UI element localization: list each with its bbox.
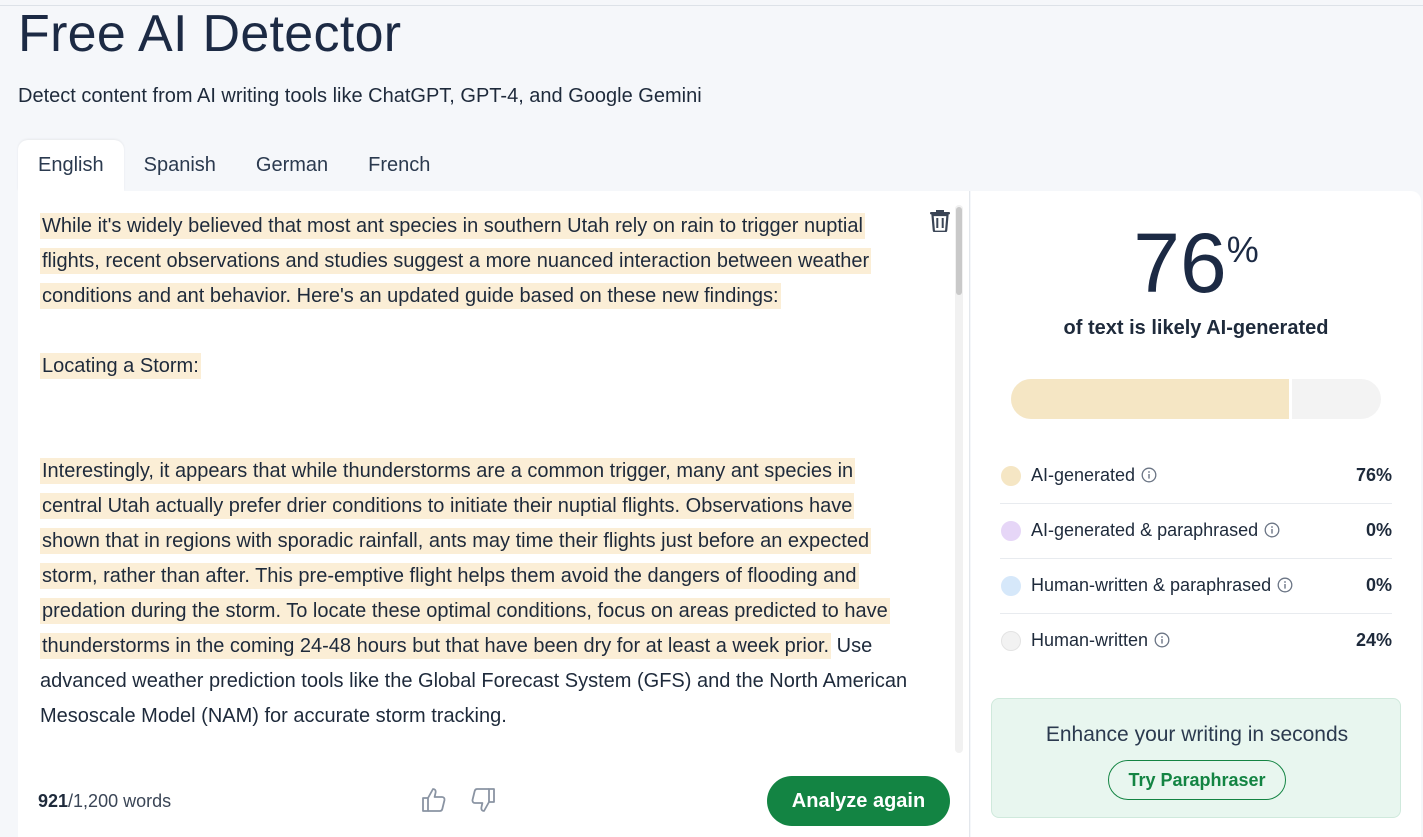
- score-progress-fill: [1011, 379, 1293, 419]
- page-subtitle: Detect content from AI writing tools lik…: [18, 85, 702, 107]
- ai-highlight: Interestingly, it appears that while thu…: [40, 458, 890, 659]
- text-input-area[interactable]: While it's widely believed that most ant…: [40, 209, 910, 751]
- thumbs-up-icon[interactable]: [420, 786, 448, 814]
- legend-row-human-written: Human-written 24%: [1000, 614, 1392, 669]
- language-tabs: English Spanish German French: [18, 140, 450, 191]
- score-unit: %: [1226, 229, 1259, 270]
- results-panel: 76% of text is likely AI-generated AI-ge…: [971, 191, 1421, 837]
- ai-highlight: Locating a Storm:: [40, 353, 201, 379]
- legend-value: 0%: [1365, 575, 1392, 595]
- analyze-again-button[interactable]: Analyze again: [767, 776, 950, 826]
- tab-french[interactable]: French: [348, 140, 450, 191]
- legend-row-ai-generated: AI-generated 76%: [1000, 449, 1392, 504]
- promo-text: Enhance your writing in seconds: [1045, 723, 1349, 746]
- thumbs-down-icon[interactable]: [469, 786, 497, 814]
- tab-german[interactable]: German: [236, 140, 348, 191]
- paraphraser-promo: Enhance your writing in seconds Try Para…: [991, 698, 1401, 818]
- word-count-current: 921: [38, 791, 69, 811]
- paragraph-2: Interestingly, it appears that while thu…: [40, 454, 910, 734]
- legend-dot: [1001, 631, 1021, 651]
- legend-dot: [1001, 466, 1021, 486]
- text-editor-panel: While it's widely believed that most ant…: [18, 191, 970, 837]
- info-icon[interactable]: [1141, 467, 1157, 483]
- info-icon[interactable]: [1264, 522, 1280, 538]
- tab-spanish[interactable]: Spanish: [124, 140, 236, 191]
- legend-label: AI-generated & paraphrased: [1031, 520, 1280, 541]
- editor-scrollbar[interactable]: [955, 205, 963, 753]
- scrollbar-thumb[interactable]: [956, 207, 962, 295]
- word-count: 921/1,200 words: [38, 791, 171, 812]
- paragraph-heading: Locating a Storm:: [40, 349, 910, 384]
- try-paraphraser-button[interactable]: Try Paraphraser: [1108, 760, 1286, 800]
- page-title: Free AI Detector: [18, 5, 402, 63]
- legend-dot: [1001, 576, 1021, 596]
- legend-label: Human-written: [1031, 630, 1170, 651]
- legend-value: 24%: [1355, 630, 1392, 650]
- paragraph-1: While it's widely believed that most ant…: [40, 209, 910, 314]
- legend-dot: [1001, 521, 1021, 541]
- ai-highlight: While it's widely believed that most ant…: [40, 213, 872, 309]
- result-legend: AI-generated 76% AI-generated & paraphra…: [1000, 449, 1392, 669]
- info-icon[interactable]: [1277, 577, 1293, 593]
- score-caption: of text is likely AI-generated: [1063, 317, 1329, 339]
- legend-label: AI-generated: [1031, 465, 1157, 486]
- score-progress-bar: [1011, 379, 1381, 419]
- word-count-total: /1,200 words: [68, 791, 172, 811]
- legend-row-ai-paraphrased: AI-generated & paraphrased 0%: [1000, 504, 1392, 559]
- score-value: 76: [1133, 216, 1227, 310]
- legend-label: Human-written & paraphrased: [1031, 575, 1293, 596]
- tab-english[interactable]: English: [18, 140, 124, 191]
- info-icon[interactable]: [1154, 632, 1170, 648]
- legend-row-human-paraphrased: Human-written & paraphrased 0%: [1000, 559, 1392, 614]
- trash-icon[interactable]: [929, 208, 951, 232]
- legend-value: 76%: [1355, 465, 1392, 485]
- legend-value: 0%: [1365, 520, 1392, 540]
- ai-score: 76%: [971, 221, 1421, 305]
